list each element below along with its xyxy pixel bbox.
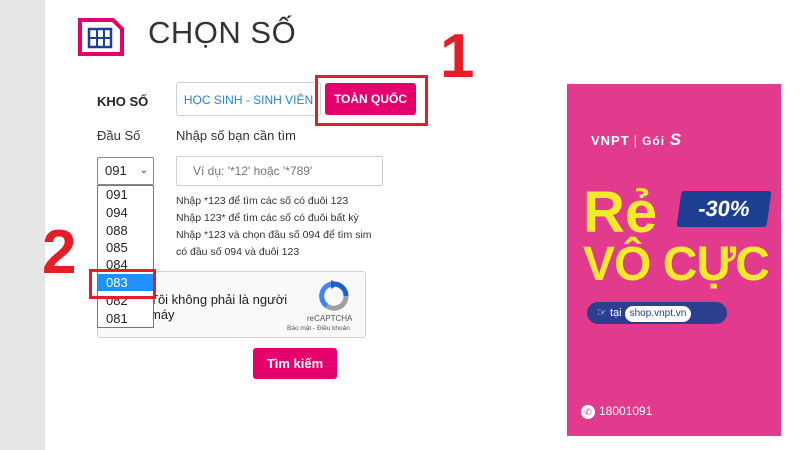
shop-prefix: tại (609, 307, 622, 319)
ad-headline-vo-cuc: VÔ CỰC (583, 238, 770, 291)
dropdown-option[interactable]: 085 (98, 239, 153, 256)
shop-link-pill: ☞ tại shop.vnpt.vn (587, 302, 727, 324)
goi-text: Gói (642, 134, 666, 148)
goi-s-letter: S (669, 130, 683, 149)
chevron-down-icon: ⌄ (139, 165, 148, 176)
highlight-box-083 (89, 269, 156, 299)
recaptcha-icon (319, 280, 349, 311)
pointer-hand-icon: ☞ (597, 307, 607, 319)
recaptcha-text: Tôi không phải là người máy (150, 292, 288, 322)
dau-so-select[interactable]: 091 ⌄ (97, 157, 154, 185)
hint-line: Nhập *123 và chọn đầu số 094 để tìm sim (176, 229, 372, 241)
ad-headline-re: Rẻ (583, 180, 658, 245)
dau-so-label: Đầu Số (97, 128, 141, 143)
hotline-number: 18001091 (599, 404, 653, 418)
highlight-box-toan-quoc (315, 75, 428, 126)
sim-card-icon (78, 18, 124, 56)
dau-so-selected-value: 091 (105, 163, 127, 178)
search-hints: Nhập *123 để tìm các số có đuôi 123 Nhập… (176, 193, 372, 261)
phone-icon: ✆ (581, 405, 595, 419)
hint-line: Nhập 123* để tìm các số có đuôi bất kỳ (176, 212, 359, 224)
dropdown-option[interactable]: 088 (98, 222, 153, 239)
recaptcha-links[interactable]: Bảo mật - Điều khoản (287, 325, 350, 332)
page-title: CHỌN SỐ (148, 15, 297, 50)
search-input[interactable] (176, 156, 383, 186)
step-number-2: 2 (42, 218, 77, 287)
vnpt-logo: VNPT | Gói S (591, 130, 683, 149)
hotline: ✆ 18001091 (581, 404, 652, 419)
recaptcha-brand: reCAPTCHA (307, 314, 353, 323)
kho-so-label: KHO SỐ (97, 94, 149, 109)
vnpt-ad-banner[interactable]: VNPT | Gói S Rẻ -30% VÔ CỰC ☞ tại shop.vnp… (567, 84, 781, 436)
discount-badge: -30% (676, 191, 772, 227)
dau-so-dropdown[interactable]: 091 094 088 085 084 083 082 081 (97, 185, 154, 328)
tab-hoc-sinh-sinh-vien[interactable]: HỌC SINH - SINH VIÊN (176, 82, 321, 116)
search-button[interactable]: Tìm kiếm (253, 348, 337, 379)
hint-line: có đầu số 094 và đuôi 123 (176, 246, 300, 258)
step-number-1: 1 (440, 22, 475, 91)
search-label: Nhập số bạn cần tìm (176, 128, 296, 143)
dropdown-option[interactable]: 081 (98, 310, 153, 327)
dropdown-option[interactable]: 091 (98, 186, 153, 203)
vnpt-brand: VNPT (591, 133, 630, 148)
shop-domain: shop.vnpt.vn (624, 306, 692, 322)
dropdown-option[interactable]: 094 (98, 204, 153, 221)
hint-line: Nhập *123 để tìm các số có đuôi 123 (176, 195, 349, 207)
